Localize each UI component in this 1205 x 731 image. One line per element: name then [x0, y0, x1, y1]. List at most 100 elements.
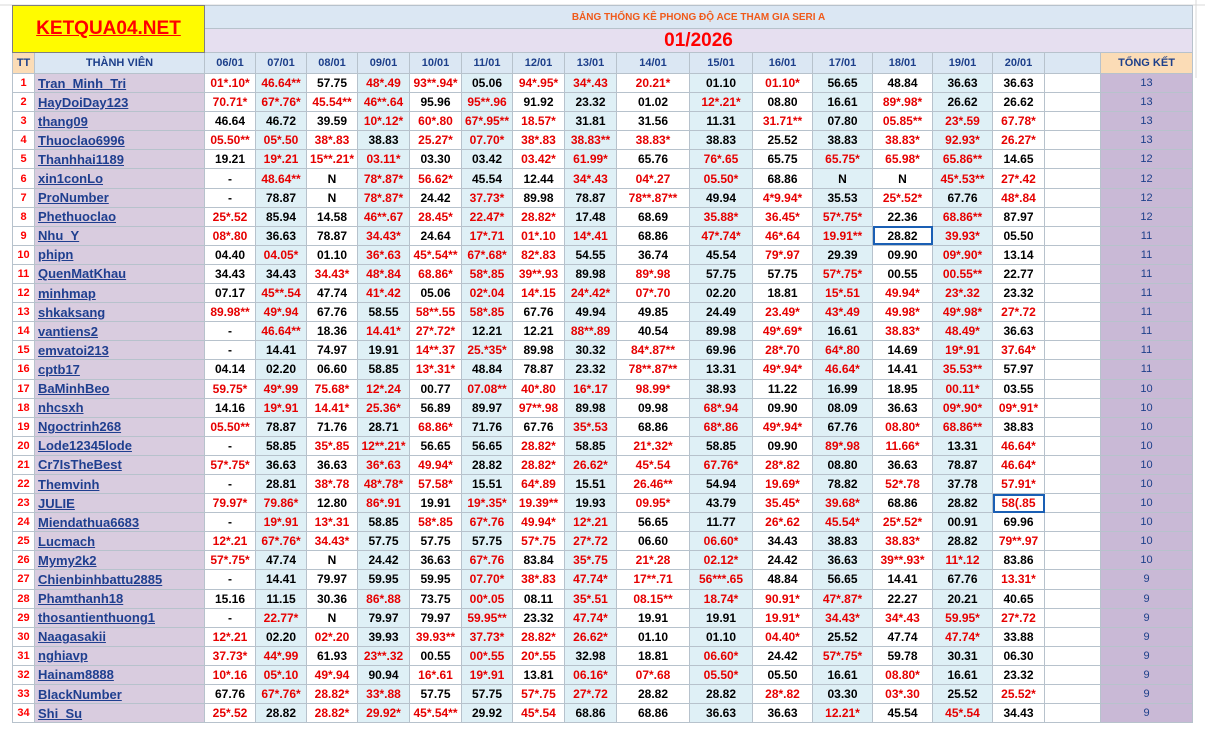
result-cell[interactable]: 36*.63 [357, 454, 410, 475]
result-cell[interactable]: 21*.32* [616, 435, 690, 456]
result-cell[interactable]: 23.32 [992, 283, 1045, 304]
result-cell[interactable]: 19*.91 [461, 664, 513, 686]
result-cell[interactable]: 13.14 [992, 244, 1045, 265]
result-cell[interactable]: 39.93** [409, 626, 462, 647]
member-name-link[interactable]: cptb17 [34, 359, 205, 380]
result-cell[interactable]: 56.65 [812, 72, 873, 94]
result-cell[interactable]: 02*.20 [306, 626, 358, 647]
result-cell[interactable]: 89*.98 [616, 263, 690, 285]
result-cell[interactable]: 34.43* [306, 531, 358, 552]
result-cell[interactable]: 26.62 [932, 92, 993, 113]
result-cell[interactable]: 68.86* [409, 416, 462, 437]
result-cell[interactable]: 14.65 [992, 149, 1045, 170]
result-cell[interactable]: 67*.95** [461, 111, 513, 132]
result-cell[interactable]: 18.57* [512, 111, 565, 132]
result-cell[interactable]: 79**.97 [992, 531, 1045, 552]
result-cell[interactable]: 28*.70 [752, 340, 813, 361]
result-cell[interactable]: 02.12* [689, 550, 753, 571]
member-name-link[interactable]: thang09 [34, 111, 205, 132]
result-cell[interactable]: 34.43 [992, 703, 1045, 724]
total-cell[interactable]: 9 [1100, 626, 1193, 647]
result-cell[interactable]: 64*.80 [812, 340, 873, 361]
result-cell[interactable]: 48*.78* [357, 473, 410, 495]
result-cell[interactable]: 37.78 [932, 473, 993, 495]
result-cell[interactable]: 09*.90* [932, 397, 993, 418]
result-cell[interactable]: 39.93* [932, 225, 993, 246]
result-cell[interactable]: 79.97 [357, 607, 410, 628]
result-cell[interactable]: 57.75 [357, 531, 410, 552]
result-cell[interactable]: 92.93* [932, 130, 993, 151]
result-cell[interactable]: 65.75* [812, 149, 873, 170]
total-cell[interactable]: 13 [1100, 92, 1193, 113]
result-cell[interactable]: 34.43 [752, 531, 813, 552]
result-cell[interactable]: 57.75 [409, 531, 462, 552]
result-cell[interactable]: 84*.87** [616, 340, 690, 361]
spacer-cell[interactable] [1044, 569, 1101, 590]
result-cell[interactable]: 57.75 [409, 683, 462, 705]
member-name-link[interactable]: Themvinh [34, 473, 205, 495]
result-cell[interactable]: 06.16* [564, 664, 617, 686]
result-cell[interactable]: 58.85 [564, 435, 617, 456]
result-cell[interactable]: 08.80* [872, 416, 933, 437]
total-cell[interactable]: 9 [1100, 607, 1193, 628]
result-cell[interactable]: 23.49* [752, 302, 813, 323]
result-cell[interactable]: 00.55 [872, 263, 933, 285]
result-cell[interactable]: 58.85 [357, 512, 410, 533]
site-logo[interactable]: KETQUA04.NET [12, 5, 205, 53]
spacer-cell[interactable] [1044, 473, 1101, 495]
result-cell[interactable]: 28.82 [255, 703, 307, 724]
total-cell[interactable]: 9 [1100, 683, 1193, 705]
result-cell[interactable]: 02*.04 [461, 283, 513, 304]
result-cell[interactable]: 61.99* [564, 149, 617, 170]
result-cell[interactable]: 28.45* [409, 206, 462, 227]
result-cell[interactable]: 27*.72* [409, 321, 462, 342]
result-cell[interactable]: 15.16 [204, 588, 256, 609]
result-cell[interactable]: 06.30 [992, 645, 1045, 666]
result-cell[interactable]: 28.82* [512, 626, 565, 647]
result-cell[interactable]: 37.73* [461, 187, 513, 208]
result-cell[interactable]: 46.64* [992, 454, 1045, 475]
total-cell[interactable]: 11 [1100, 225, 1193, 246]
result-cell[interactable]: 98.99* [616, 378, 690, 399]
result-cell[interactable]: 65.76 [616, 149, 690, 170]
result-cell[interactable]: 79*.97 [752, 244, 813, 265]
total-cell[interactable]: 10 [1100, 550, 1193, 571]
result-cell[interactable]: 09.98 [616, 397, 690, 418]
result-cell[interactable]: 03.55 [992, 378, 1045, 399]
result-cell[interactable]: 57.75 [461, 531, 513, 552]
result-cell[interactable]: 58.85 [689, 435, 753, 456]
total-cell[interactable]: 10 [1100, 435, 1193, 456]
result-cell[interactable]: 83.86 [992, 550, 1045, 571]
spacer-cell[interactable] [1044, 435, 1101, 456]
result-cell[interactable]: 19.91* [752, 607, 813, 628]
result-cell[interactable]: 54.94 [689, 473, 753, 495]
result-cell[interactable]: - [204, 473, 256, 495]
result-cell[interactable]: 25.52* [992, 683, 1045, 705]
result-cell[interactable]: 36.74 [616, 244, 690, 265]
result-cell[interactable]: 49.98* [872, 302, 933, 323]
result-cell[interactable]: 67.76 [306, 302, 358, 323]
result-cell[interactable]: 87.97 [992, 206, 1045, 227]
result-cell[interactable]: 54.55 [564, 244, 617, 265]
result-cell[interactable]: 19.69* [752, 473, 813, 495]
result-cell[interactable]: 79.86* [255, 493, 307, 514]
result-cell[interactable]: 36.63 [992, 72, 1045, 94]
result-cell[interactable]: 06.60 [616, 531, 690, 552]
result-cell[interactable]: 28.71 [357, 416, 410, 437]
result-cell[interactable]: 07.80 [812, 111, 873, 132]
result-cell[interactable]: 17**.71 [616, 569, 690, 590]
result-cell[interactable]: 12.21 [461, 321, 513, 342]
member-name-link[interactable]: Lode12345lode [34, 435, 205, 456]
result-cell[interactable]: 16.99 [812, 378, 873, 399]
spacer-cell[interactable] [1044, 588, 1101, 609]
result-cell[interactable]: 38.83 [812, 130, 873, 151]
result-cell[interactable]: 27*.72 [992, 302, 1045, 323]
result-cell[interactable]: 34.43 [204, 263, 256, 285]
spacer-cell[interactable] [1044, 493, 1101, 514]
result-cell[interactable]: 71.76 [461, 416, 513, 437]
result-cell[interactable]: 69.96 [689, 340, 753, 361]
spacer-cell[interactable] [1044, 359, 1101, 380]
result-cell[interactable]: 28.82 [461, 454, 513, 475]
total-cell[interactable]: 10 [1100, 397, 1193, 418]
member-name-link[interactable]: BlackNumber [34, 683, 205, 705]
